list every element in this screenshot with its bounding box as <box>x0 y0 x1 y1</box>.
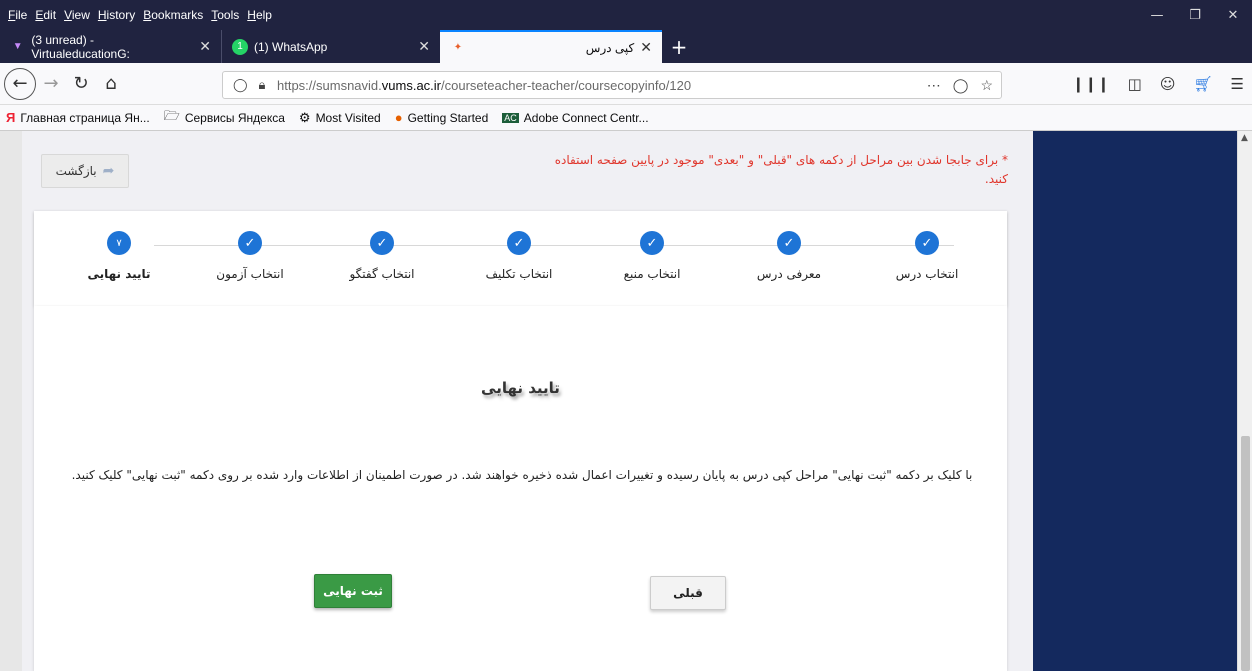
menu-file[interactable]: File <box>4 8 31 22</box>
account-icon[interactable]: ☺ <box>1160 75 1176 93</box>
step-select-course[interactable]: ✓ انتخاب درس <box>877 231 977 281</box>
right-side-panel <box>1033 131 1237 671</box>
tab-virtualeducation[interactable]: ▼ (3 unread) - VirtualeducationG: ✕ <box>0 30 222 63</box>
tab-bar: ▼ (3 unread) - VirtualeducationG: ✕ 1 (1… <box>0 30 1252 63</box>
panel-heading: تایید نهایی <box>481 379 560 397</box>
menu-bar: File Edit View History Bookmarks Tools H… <box>0 0 1252 30</box>
library-icon[interactable]: ❙❙❙ <box>1072 75 1110 93</box>
mail-icon: ▼ <box>12 41 23 52</box>
menu-help[interactable]: Help <box>243 8 276 22</box>
menu-edit[interactable]: Edit <box>31 8 60 22</box>
yandex-icon: Я <box>6 110 16 125</box>
close-tab-icon[interactable]: ✕ <box>199 38 211 55</box>
menu-tools[interactable]: Tools <box>207 8 243 22</box>
bookmark-adobe-connect[interactable]: AC Adobe Connect Centr... <box>496 111 656 125</box>
check-icon: ✓ <box>238 231 262 255</box>
new-tab-button[interactable]: + <box>662 30 696 63</box>
navigation-note: * برای جابجا شدن بین مراحل از دکمه های "… <box>554 153 1008 186</box>
check-icon: ✓ <box>777 231 801 255</box>
sidebar-icon[interactable]: ◫ <box>1128 75 1142 93</box>
page-actions-icon[interactable]: ⋯ <box>927 77 941 94</box>
bookmark-yandex[interactable]: Я Главная страница Ян... <box>0 110 158 125</box>
back-link-button[interactable]: بازگشت ➦ <box>41 154 129 188</box>
check-icon: ✓ <box>507 231 531 255</box>
bookmark-getting-started[interactable]: ● Getting Started <box>389 110 497 125</box>
step-course-intro[interactable]: ✓ معرفی درس <box>739 231 839 281</box>
check-icon: ✓ <box>640 231 664 255</box>
step-final-confirm[interactable]: ۷ تایید نهایی <box>69 231 169 281</box>
menu-history[interactable]: History <box>94 8 139 22</box>
menu-bookmarks[interactable]: Bookmarks <box>139 8 207 22</box>
lock-icon[interactable]: 🔒︎ <box>255 77 269 93</box>
adobe-connect-icon: AC <box>502 112 519 123</box>
back-label: بازگشت <box>55 164 97 178</box>
restore-icon[interactable]: ❐ <box>1176 0 1214 30</box>
panel-description: با کلیک بر دکمه "ثبت نهایی" مراحل کپی در… <box>71 468 973 482</box>
url-text: https://sumsnavid.vums.ac.ir/courseteach… <box>277 77 692 93</box>
back-button[interactable]: ← <box>4 67 36 100</box>
gear-icon: ⚙ <box>298 109 311 125</box>
scrollbar-thumb[interactable] <box>1241 436 1250 671</box>
check-icon: ✓ <box>915 231 939 255</box>
step-number: ۷ <box>107 231 131 255</box>
tab-label: (3 unread) - VirtualeducationG: <box>31 32 130 61</box>
nav-bar: ← → ↻ ⌂ ◯ 🔒︎ https://sumsnavid.vums.ac.i… <box>0 63 1252 105</box>
step-select-discussion[interactable]: ✓ انتخاب گفتگو <box>332 231 432 281</box>
reload-button[interactable]: ↻ <box>66 69 96 99</box>
cart-icon[interactable]: 🛒︎ <box>1194 75 1213 93</box>
stepper: ✓ انتخاب درس ✓ معرفی درس ✓ انتخاب منبع ✓… <box>34 211 1007 306</box>
whatsapp-icon: 1 <box>232 38 248 55</box>
reply-arrow-icon: ➦ <box>102 163 115 179</box>
check-icon: ✓ <box>370 231 394 255</box>
step-select-assignment[interactable]: ✓ انتخاب تکلیف <box>469 231 569 281</box>
close-tab-icon[interactable]: ✕ <box>640 39 652 56</box>
site-favicon-icon: ✦ <box>453 42 463 53</box>
url-bar[interactable]: ◯ 🔒︎ https://sumsnavid.vums.ac.ir/course… <box>222 71 1002 99</box>
step-select-source[interactable]: ✓ انتخاب منبع <box>602 231 702 281</box>
final-submit-button[interactable]: ثبت نهایی <box>314 574 392 608</box>
pocket-icon[interactable]: ◯ <box>953 77 969 94</box>
shield-icon[interactable]: ◯ <box>233 77 248 93</box>
tab-label: (1) WhatsApp <box>254 39 328 54</box>
bookmarks-bar: Я Главная страница Ян... 🗁︎ Сервисы Яндекс… <box>0 105 1252 131</box>
firefox-icon: ● <box>394 110 403 125</box>
close-window-icon[interactable]: ✕ <box>1214 0 1252 30</box>
tab-course-copy[interactable]: ✦ کپی درس ✕ <box>440 30 662 63</box>
bookmark-star-icon[interactable]: ☆ <box>980 77 993 94</box>
bookmark-yandex-services[interactable]: 🗁︎ Сервисы Яндекса <box>158 107 293 129</box>
menu-view[interactable]: View <box>60 8 94 22</box>
tab-whatsapp[interactable]: 1 (1) WhatsApp ✕ <box>222 30 440 63</box>
forward-button[interactable]: → <box>36 69 66 99</box>
close-tab-icon[interactable]: ✕ <box>418 38 430 55</box>
previous-button[interactable]: قبلی <box>650 576 726 610</box>
bookmark-most-visited[interactable]: ⚙ Most Visited <box>293 110 389 126</box>
page-viewport: بازگشت ➦ * برای جابجا شدن بین مراحل از د… <box>0 131 1252 671</box>
folder-icon: 🗁︎ <box>163 107 180 123</box>
hamburger-menu-icon[interactable]: ☰ <box>1231 75 1244 93</box>
step-select-exam[interactable]: ✓ انتخاب آزمون <box>200 231 300 281</box>
minimize-icon[interactable]: — <box>1138 0 1176 30</box>
scroll-up-icon[interactable]: ▲ <box>1241 133 1248 143</box>
tab-label: کپی درس <box>585 40 635 55</box>
left-strip <box>0 131 22 671</box>
page-scrollbar[interactable]: ▲ <box>1237 131 1252 671</box>
confirm-panel: تایید نهایی با کلیک بر دکمه "ثبت نهایی" … <box>34 306 1007 671</box>
home-button[interactable]: ⌂ <box>96 69 126 99</box>
